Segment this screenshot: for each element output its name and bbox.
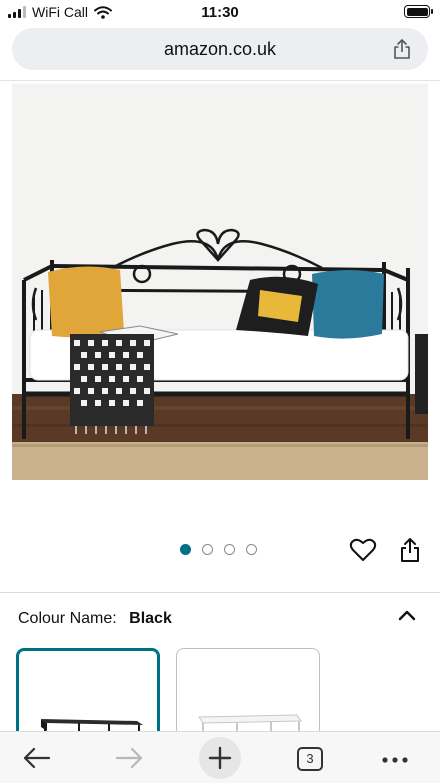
pagination-dot[interactable] [224, 544, 235, 555]
status-bar: WiFi Call 11:30 [0, 0, 440, 26]
pagination-dot[interactable] [246, 544, 257, 555]
back-arrow-icon[interactable] [20, 740, 54, 776]
browser-toolbar: 3 [0, 731, 440, 783]
image-pagination[interactable] [180, 544, 257, 555]
url-text[interactable]: amazon.co.uk [12, 39, 428, 60]
divider [0, 592, 440, 593]
tabs-button[interactable]: 3 [297, 740, 325, 776]
product-image[interactable] [12, 84, 428, 480]
share-icon[interactable] [390, 37, 414, 61]
colour-label: Colour Name: [18, 610, 117, 627]
tab-count: 3 [297, 747, 323, 771]
plus-icon [208, 746, 232, 770]
pagination-dot[interactable] [202, 544, 213, 555]
battery-full-icon [404, 5, 433, 18]
colour-selector-header: Colour Name: Black [18, 610, 172, 628]
pagination-dot[interactable] [180, 544, 191, 555]
new-tab-button[interactable] [199, 737, 241, 779]
forward-arrow-icon[interactable] [112, 740, 146, 776]
more-icon[interactable] [378, 740, 412, 776]
share-icon[interactable] [398, 536, 422, 564]
address-bar[interactable]: amazon.co.uk [12, 28, 428, 70]
chevron-up-icon[interactable] [396, 606, 418, 624]
colour-value: Black [129, 610, 172, 627]
day-bed-photo [12, 84, 428, 480]
heart-icon[interactable] [349, 537, 377, 563]
divider [0, 80, 440, 81]
status-time: 11:30 [201, 4, 239, 21]
